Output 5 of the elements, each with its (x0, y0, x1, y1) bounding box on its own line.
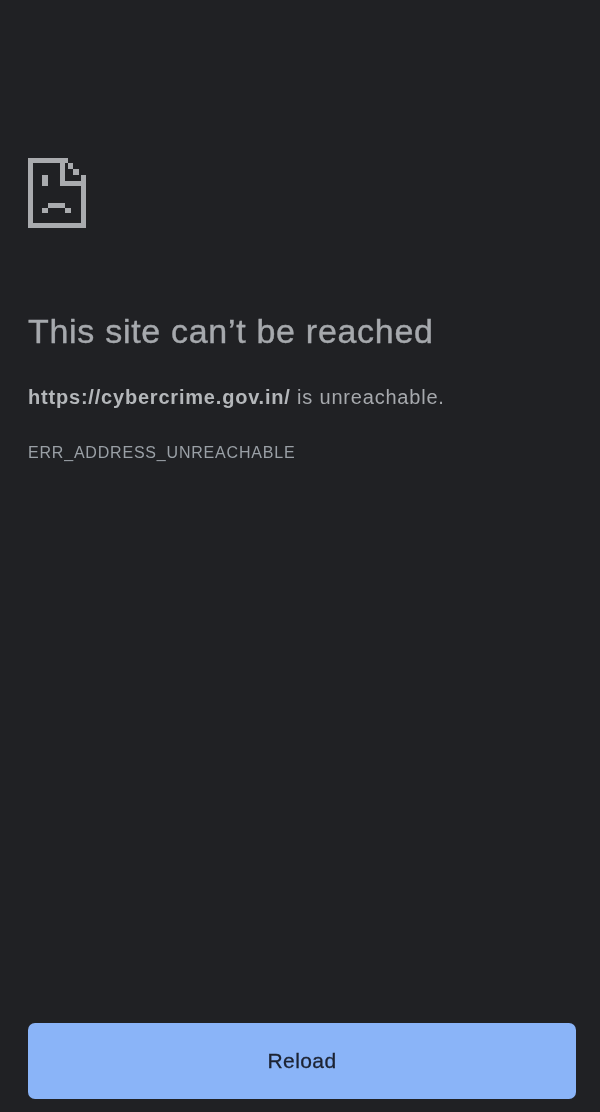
error-title: This site can’t be reached (28, 311, 434, 351)
error-code: ERR_ADDRESS_UNREACHABLE (28, 443, 296, 463)
error-message: https://cybercrime.gov.in/ is unreachable. (28, 385, 445, 410)
sad-page-icon (28, 158, 86, 228)
reload-button[interactable]: Reload (28, 1023, 576, 1099)
